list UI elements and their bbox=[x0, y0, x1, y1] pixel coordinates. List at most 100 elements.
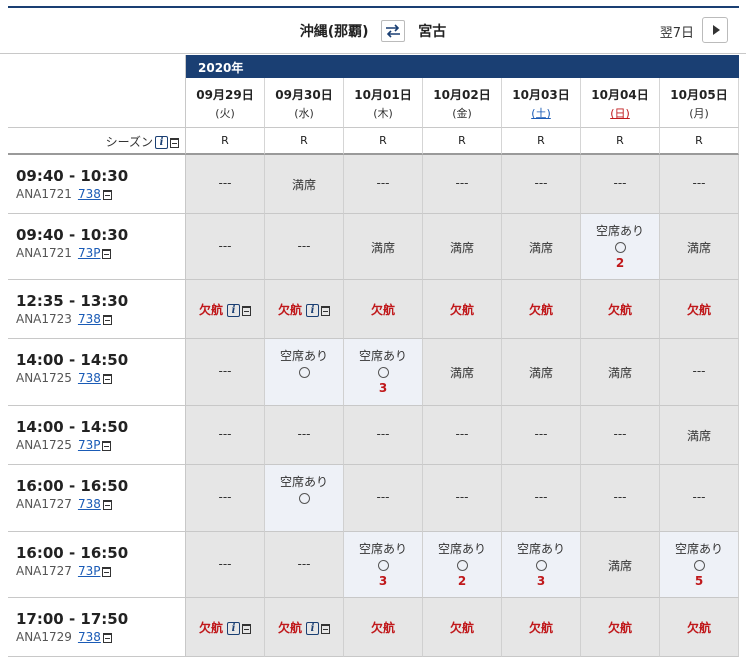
seat-map-icon[interactable] bbox=[321, 305, 330, 316]
aircraft-type-link[interactable]: 738 bbox=[78, 630, 101, 644]
no-flight-marker: --- bbox=[376, 176, 390, 190]
availability-cell[interactable]: 空席あり bbox=[265, 465, 344, 532]
seat-map-icon[interactable] bbox=[170, 137, 179, 148]
weekday-label: (月) bbox=[689, 107, 709, 120]
seats-available[interactable]: 空席あり 3 bbox=[344, 347, 422, 395]
availability-cell[interactable]: 空席あり 2 bbox=[581, 214, 660, 280]
sold-out-label: 満席 bbox=[686, 240, 711, 255]
flight-time: 14:00 - 14:50 bbox=[16, 418, 129, 436]
available-circle-icon bbox=[614, 242, 626, 253]
flight-info-cell: 12:35 - 13:30 ANA1723 738 bbox=[8, 280, 186, 339]
route-title: 沖縄(那覇) 宮古 bbox=[0, 20, 746, 42]
aircraft-type-link[interactable]: 738 bbox=[78, 312, 101, 326]
availability-cell: --- bbox=[423, 465, 502, 532]
remaining-seat-count: 2 bbox=[615, 256, 625, 270]
availability-cell: --- bbox=[186, 465, 265, 532]
available-circle-icon bbox=[693, 560, 705, 571]
availability-cell: --- bbox=[186, 155, 265, 214]
availability-cell[interactable]: 空席あり 2 bbox=[423, 532, 502, 598]
info-icon[interactable]: i bbox=[227, 304, 240, 317]
seats-available[interactable]: 空席あり 2 bbox=[423, 540, 501, 588]
cancelled-label: 欠航 bbox=[449, 621, 474, 635]
seat-map-icon[interactable] bbox=[102, 440, 112, 451]
seats-available-label: 空席あり bbox=[358, 349, 407, 363]
flight-time: 09:40 - 10:30 bbox=[16, 226, 129, 244]
date-label: 10月01日 bbox=[354, 88, 412, 102]
cancelled-label: 欠航 bbox=[370, 303, 395, 317]
availability-cell: --- bbox=[581, 465, 660, 532]
cancelled-label: 欠航 bbox=[449, 303, 474, 317]
no-flight-marker: --- bbox=[218, 427, 232, 441]
no-flight-marker: --- bbox=[613, 427, 627, 441]
seat-map-icon[interactable] bbox=[102, 189, 112, 200]
availability-cell: 満席 bbox=[660, 406, 739, 465]
seat-map-icon[interactable] bbox=[102, 314, 112, 325]
seats-available[interactable]: 空席あり bbox=[265, 473, 343, 507]
seat-map-icon[interactable] bbox=[242, 623, 251, 634]
info-icon[interactable]: i bbox=[306, 304, 319, 317]
seat-map-icon[interactable] bbox=[102, 248, 112, 259]
sold-out-label: 満席 bbox=[607, 558, 632, 573]
info-icon[interactable]: i bbox=[227, 622, 240, 635]
flight-number: ANA1725 bbox=[16, 438, 72, 452]
date-label: 09月30日 bbox=[275, 88, 333, 102]
seat-map-icon[interactable] bbox=[102, 632, 112, 643]
seats-available[interactable]: 空席あり bbox=[265, 347, 343, 381]
availability-cell[interactable]: 空席あり 3 bbox=[502, 532, 581, 598]
cancelled-label: 欠航 bbox=[607, 303, 632, 317]
seat-map-icon[interactable] bbox=[102, 566, 112, 577]
date-header-4: 10月03日 (土) bbox=[502, 78, 581, 128]
availability-cell: 欠航 bbox=[423, 280, 502, 339]
aircraft-type-link[interactable]: 738 bbox=[78, 187, 101, 201]
cancelled-status: 欠航 i bbox=[265, 619, 343, 636]
availability-cell: 欠航 bbox=[660, 598, 739, 657]
seat-map-icon[interactable] bbox=[242, 305, 251, 316]
aircraft-type-link[interactable]: 738 bbox=[78, 497, 101, 511]
seats-available[interactable]: 空席あり 5 bbox=[660, 540, 738, 588]
availability-cell[interactable]: 空席あり 5 bbox=[660, 532, 739, 598]
seat-map-icon[interactable] bbox=[321, 623, 330, 634]
availability-cell: 欠航 bbox=[344, 598, 423, 657]
sold-out-label: 満席 bbox=[370, 240, 395, 255]
flight-number-line: ANA1727 73P bbox=[16, 564, 185, 578]
seats-available[interactable]: 空席あり 3 bbox=[502, 540, 580, 588]
availability-cell[interactable]: 空席あり bbox=[265, 339, 344, 406]
availability-cell[interactable]: 空席あり 3 bbox=[344, 339, 423, 406]
aircraft-type-link[interactable]: 73P bbox=[78, 438, 101, 452]
flight-number-line: ANA1725 73P bbox=[16, 438, 185, 452]
cancelled-status: 欠航 bbox=[502, 619, 580, 636]
availability-cell: --- bbox=[660, 339, 739, 406]
flight-number-line: ANA1725 738 bbox=[16, 371, 185, 385]
flight-time: 17:00 - 17:50 bbox=[16, 610, 129, 628]
sold-out-label: 満席 bbox=[449, 366, 474, 380]
flight-number-line: ANA1721 738 bbox=[16, 187, 185, 201]
seat-map-icon[interactable] bbox=[102, 499, 112, 510]
seats-available[interactable]: 空席あり 3 bbox=[344, 540, 422, 588]
seats-available-label: 空席あり bbox=[437, 542, 486, 556]
info-icon[interactable]: i bbox=[155, 136, 168, 149]
remaining-seat-count: 3 bbox=[378, 381, 388, 395]
seats-available[interactable]: 空席あり 2 bbox=[581, 222, 659, 270]
aircraft-type-link[interactable]: 738 bbox=[78, 371, 101, 385]
date-label: 10月02日 bbox=[433, 88, 491, 102]
flight-info-cell: 16:00 - 16:50 ANA1727 73P bbox=[8, 532, 186, 598]
next-7-days-label[interactable]: 翌7日 bbox=[660, 22, 694, 41]
no-flight-marker: --- bbox=[455, 176, 469, 190]
cancelled-label: 欠航 bbox=[528, 621, 553, 635]
aircraft-type-link[interactable]: 73P bbox=[78, 564, 101, 578]
date-header-0: 09月29日 (火) bbox=[186, 78, 265, 128]
seats-available-label: 空席あり bbox=[279, 349, 328, 363]
swap-route-button[interactable] bbox=[381, 20, 406, 42]
seat-map-icon[interactable] bbox=[102, 373, 112, 384]
info-icon[interactable]: i bbox=[306, 622, 319, 635]
availability-cell: --- bbox=[186, 214, 265, 280]
no-flight-marker: --- bbox=[218, 238, 232, 253]
availability-cell: --- bbox=[502, 155, 581, 214]
availability-cell: 満席 bbox=[265, 155, 344, 214]
date-header-3: 10月02日 (金) bbox=[423, 78, 502, 128]
availability-cell: --- bbox=[265, 532, 344, 598]
availability-cell[interactable]: 空席あり 3 bbox=[344, 532, 423, 598]
no-flight-marker: --- bbox=[613, 176, 627, 190]
aircraft-type-link[interactable]: 73P bbox=[78, 246, 101, 260]
next-week-button[interactable] bbox=[702, 17, 728, 43]
